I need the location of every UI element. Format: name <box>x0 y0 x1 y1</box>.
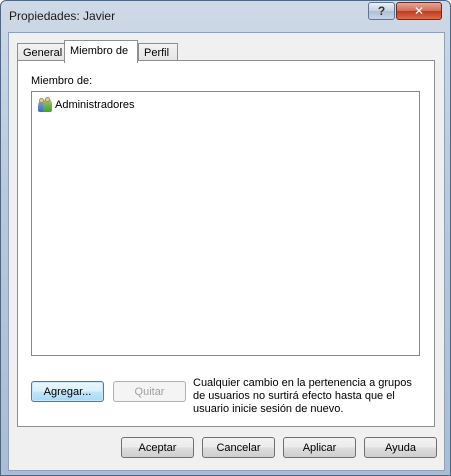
list-item[interactable]: Administradores <box>37 97 134 113</box>
cancel-button[interactable]: Cancelar <box>202 437 275 458</box>
properties-dialog: Propiedades: Javier ? ✕ General Miembro … <box>0 0 451 476</box>
help-icon[interactable]: ? <box>368 2 395 20</box>
remove-button[interactable]: Quitar <box>113 381 186 402</box>
member-of-label: Miembro de: <box>31 75 93 87</box>
member-of-panel: Miembro de: Administradores Agregar... Q… <box>17 60 435 427</box>
tab-miembro-de[interactable]: Miembro de <box>64 40 138 63</box>
list-item-label: Administradores <box>55 99 135 111</box>
title-bar[interactable]: Propiedades: Javier ? ✕ <box>1 1 450 33</box>
dialog-client-area: General Miembro de Perfil Miembro de: Ad… <box>8 32 445 471</box>
ok-button[interactable]: Aceptar <box>121 437 194 458</box>
membership-note: Cualquier cambio en la pertenencia a gru… <box>193 377 412 415</box>
add-button[interactable]: Agregar... <box>31 381 104 402</box>
groups-listbox[interactable]: Administradores <box>31 91 420 356</box>
apply-button[interactable]: Aplicar <box>283 437 356 458</box>
help-button[interactable]: Ayuda <box>364 437 437 458</box>
window-title: Propiedades: Javier <box>9 9 116 23</box>
close-icon[interactable]: ✕ <box>396 2 442 20</box>
user-group-icon <box>37 97 53 113</box>
